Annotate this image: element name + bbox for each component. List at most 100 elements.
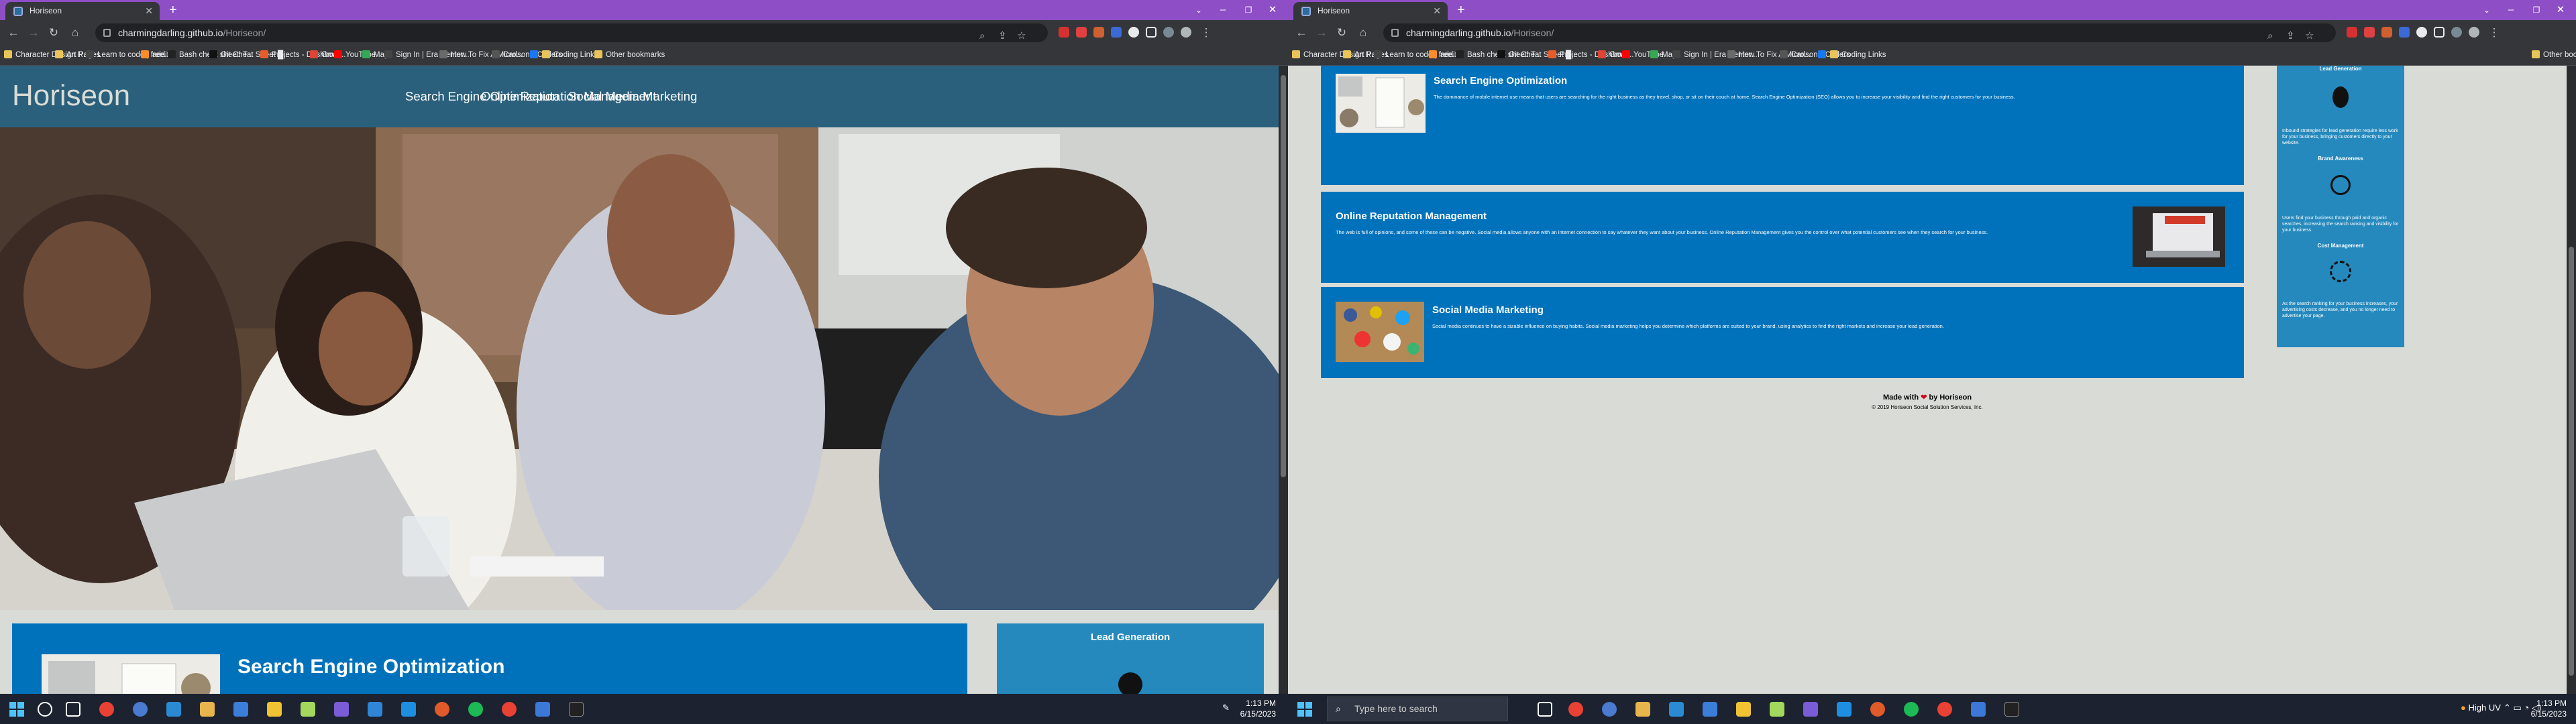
kebab-menu-icon[interactable]: ⋮ (2486, 25, 2502, 40)
clock[interactable]: 1:13 PM 6/15/2023 (1229, 698, 1276, 719)
back-arrow-icon[interactable]: ← (5, 25, 21, 40)
extension-orange-icon[interactable] (2381, 27, 2392, 38)
profile-avatar-icon[interactable] (2451, 27, 2462, 38)
task-view-icon[interactable] (66, 702, 80, 717)
extension-red-icon[interactable] (1076, 27, 1087, 38)
search-icon[interactable]: ⌕ (2267, 27, 2273, 46)
vscode-icon[interactable] (401, 702, 416, 717)
windows-start-icon[interactable] (1297, 702, 1312, 717)
file-explorer-icon[interactable] (200, 702, 215, 717)
kebab-menu-icon[interactable]: ⋮ (1198, 25, 1214, 40)
share-icon[interactable]: ⇪ (998, 27, 1007, 46)
scroll-thumb[interactable] (2569, 247, 2574, 676)
app-icon[interactable] (1803, 702, 1818, 717)
clock[interactable]: 1:13 PM 6/15/2023 (2520, 698, 2567, 719)
close-window-icon[interactable]: ✕ (1257, 0, 1288, 20)
scroll-thumb[interactable] (1281, 75, 1286, 477)
benefit-text: As the search ranking for your business … (2282, 302, 2398, 318)
extension-blue-icon[interactable] (2399, 27, 2410, 38)
app-icon[interactable] (334, 702, 349, 717)
app-icon[interactable] (133, 702, 148, 717)
search-icon[interactable]: ⌕ (979, 27, 985, 46)
extension-abp-icon[interactable] (2347, 27, 2357, 38)
extension-orange-icon[interactable] (1093, 27, 1104, 38)
back-arrow-icon[interactable]: ← (1293, 25, 1309, 40)
url-input[interactable]: charmingdarling.github.io/Horiseon/ ⌕ ⇪ … (95, 23, 1048, 42)
nav-link-social[interactable]: Social Media Marketing (568, 89, 697, 104)
app-icon[interactable] (301, 702, 315, 717)
forward-arrow-icon[interactable]: → (25, 25, 42, 40)
extension-red-icon[interactable] (2364, 27, 2375, 38)
content-card-seo: Search Engine Optimization The dominance… (1321, 66, 2244, 185)
reload-icon[interactable]: ↻ (46, 25, 62, 40)
chrome-icon[interactable] (99, 702, 114, 717)
new-tab-icon[interactable]: + (1457, 3, 1465, 17)
other-bookmarks[interactable]: Other bookmarks (2532, 50, 2576, 59)
content-card-seo: Search Engine Optimization (12, 623, 967, 694)
app-icon[interactable] (267, 702, 282, 717)
bookmark-item[interactable]: addit (141, 50, 169, 59)
browser-tab[interactable]: Horiseon ✕ (5, 2, 160, 20)
extension-abp-icon[interactable] (1059, 27, 1069, 38)
search-icon[interactable] (38, 702, 52, 717)
bookmark-item[interactable]: addit (1429, 50, 1457, 59)
bookmark-item[interactable]: Coding Links (1830, 50, 1886, 59)
app-icon[interactable] (1602, 702, 1617, 717)
scrollbar[interactable] (1279, 66, 1288, 694)
edge-icon[interactable] (1669, 702, 1684, 717)
sidebar-icon[interactable] (1146, 27, 1157, 38)
star-icon[interactable]: ☆ (1017, 27, 1026, 46)
taskbar-search-input[interactable]: ⌕ Type here to search (1327, 697, 1508, 721)
url-input[interactable]: charmingdarling.github.io/Horiseon/ ⌕ ⇪ … (1383, 23, 2336, 42)
profile-avatar-icon[interactable] (1163, 27, 1174, 38)
bookmark-item[interactable] (530, 50, 541, 59)
terminal-icon[interactable] (2004, 702, 2019, 717)
vscode-icon[interactable] (1837, 702, 1851, 717)
app-icon[interactable] (233, 702, 248, 717)
app-icon[interactable] (1736, 702, 1751, 717)
edge-icon[interactable] (166, 702, 181, 717)
app-icon[interactable] (1703, 702, 1717, 717)
chrome-icon[interactable] (502, 702, 517, 717)
extension-blue-icon[interactable] (1111, 27, 1122, 38)
task-view-icon[interactable] (1538, 702, 1552, 717)
browser-tab[interactable]: Horiseon ✕ (1293, 2, 1448, 20)
other-bookmarks[interactable]: Other bookmarks (594, 50, 665, 59)
forward-arrow-icon[interactable]: → (1313, 25, 1330, 40)
profile-avatar-2-icon[interactable] (2469, 27, 2479, 38)
extension-puzzle-icon[interactable] (1128, 27, 1139, 38)
app-icon[interactable] (1971, 702, 1986, 717)
sidebar-icon[interactable] (2434, 27, 2445, 38)
terminal-icon[interactable] (569, 702, 584, 717)
bookmark-item[interactable] (1818, 50, 1829, 59)
benefit-brand-awareness: Brand Awareness Users find your business… (2277, 156, 2404, 233)
reload-icon[interactable]: ↻ (1334, 25, 1350, 40)
new-tab-icon[interactable]: + (169, 3, 177, 17)
site-logo[interactable]: Horiseon (12, 79, 130, 113)
chrome-icon[interactable] (1568, 702, 1583, 717)
close-tab-icon[interactable]: ✕ (145, 2, 153, 20)
chrome-icon[interactable] (1937, 702, 1952, 717)
share-icon[interactable]: ⇪ (2286, 27, 2295, 46)
scrollbar[interactable] (2567, 66, 2576, 694)
app-icon[interactable] (368, 702, 382, 717)
profile-avatar-2-icon[interactable] (1181, 27, 1191, 38)
home-icon[interactable]: ⌂ (67, 25, 83, 40)
site-header: Horiseon Search Engine Optimization Onli… (0, 66, 1279, 127)
chrome-icon[interactable] (1870, 702, 1885, 717)
weather-icon[interactable]: ● High UV (2461, 703, 2501, 713)
home-icon[interactable]: ⌂ (1355, 25, 1371, 40)
windows-start-icon[interactable] (9, 702, 24, 717)
star-icon[interactable]: ☆ (2305, 27, 2314, 46)
close-window-icon[interactable]: ✕ (2545, 0, 2576, 20)
bookmark-item[interactable]: Coding Links (542, 50, 598, 59)
app-icon[interactable] (535, 702, 550, 717)
spotify-icon[interactable] (1904, 702, 1919, 717)
app-icon[interactable] (1770, 702, 1784, 717)
benefit-title: Lead Generation (1090, 631, 1171, 643)
extension-puzzle-icon[interactable] (2416, 27, 2427, 38)
close-tab-icon[interactable]: ✕ (1433, 2, 1441, 20)
chrome-icon[interactable] (435, 702, 449, 717)
spotify-icon[interactable] (468, 702, 483, 717)
file-explorer-icon[interactable] (1635, 702, 1650, 717)
